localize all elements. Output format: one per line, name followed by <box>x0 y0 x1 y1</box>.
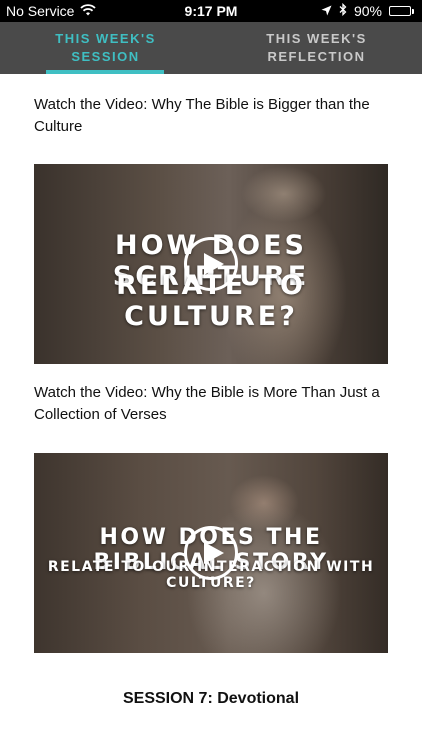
tab-this-weeks-session[interactable]: THIS WEEK'S SESSION <box>0 22 211 74</box>
video-player-2[interactable]: HOW DOES THE BIBLICAL STORY RELATE TO OU… <box>34 453 388 653</box>
tab-this-weeks-reflection[interactable]: THIS WEEK'S REFLECTION <box>211 22 422 74</box>
tab-session-line2: SESSION <box>71 49 140 64</box>
play-button-1[interactable] <box>184 237 238 291</box>
video-title-2: Watch the Video: Why the Bible is More T… <box>34 384 380 423</box>
status-indicators: 90% <box>321 2 414 19</box>
tab-reflection-line1: THIS WEEK'S <box>266 31 367 46</box>
section-heading-devotional: SESSION 7: Devotional <box>122 690 300 707</box>
video-title-1: Watch the Video: Why The Bible is Bigger… <box>34 96 370 135</box>
bluetooth-icon <box>339 2 347 19</box>
tab-session-line1: THIS WEEK'S <box>55 31 156 46</box>
tab-reflection-line2: REFLECTION <box>267 49 366 64</box>
tab-bar: THIS WEEK'S SESSION THIS WEEK'S REFLECTI… <box>0 22 422 74</box>
play-icon <box>204 542 224 564</box>
video-player-1[interactable]: HOW DOES SCRIPTURE RELATE TO CULTURE? <box>34 164 388 364</box>
play-icon <box>204 253 224 275</box>
play-button-2[interactable] <box>184 526 238 580</box>
active-tab-indicator <box>46 70 164 74</box>
battery-percent: 90% <box>353 3 382 19</box>
battery-icon <box>389 6 414 16</box>
status-bar: No Service 9:17 PM 90% <box>0 0 422 22</box>
location-arrow-icon <box>321 3 332 19</box>
